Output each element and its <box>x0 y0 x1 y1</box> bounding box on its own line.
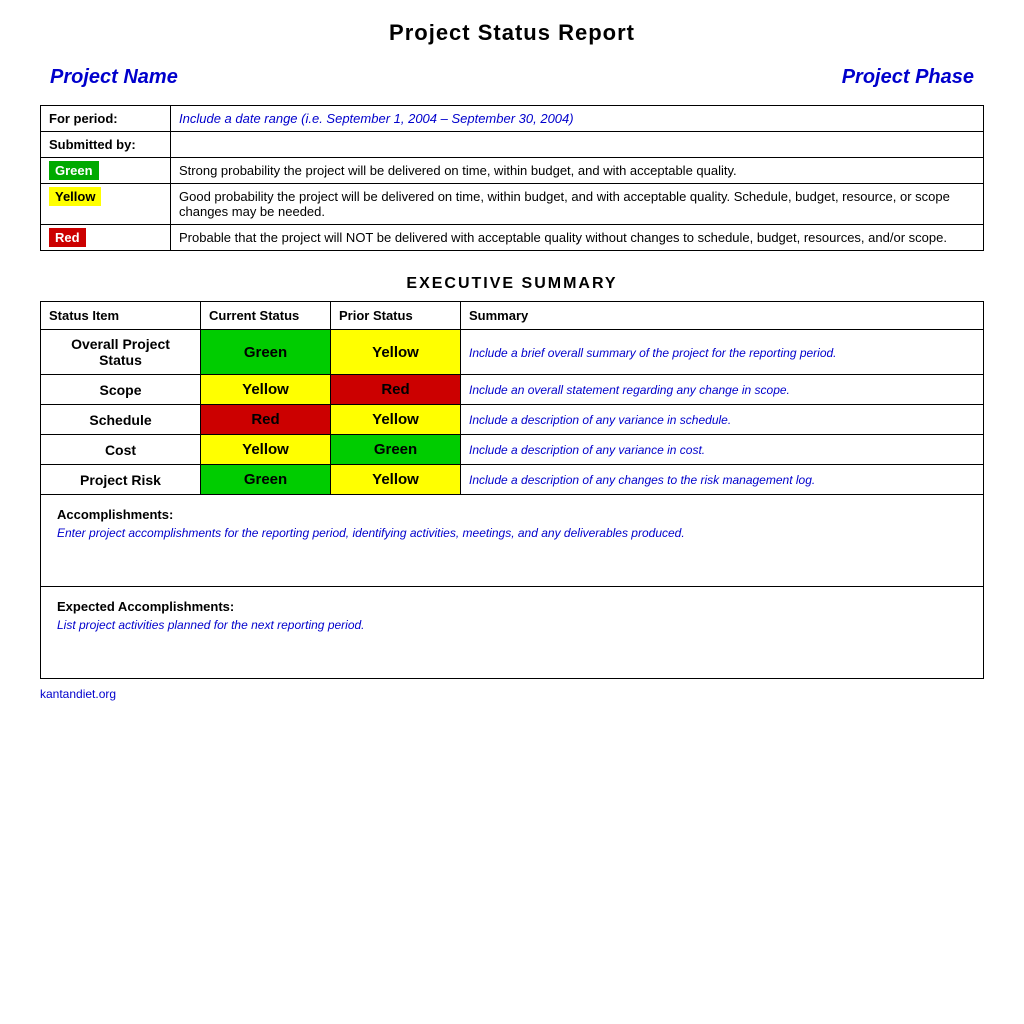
legend-yellow-desc: Good probability the project will be del… <box>171 184 984 225</box>
footer-watermark: kantandiet.org <box>40 687 984 701</box>
project-phase-label: Project Phase <box>842 66 974 89</box>
header-row: Project Name Project Phase <box>40 66 984 89</box>
status-item-cell: Project Risk <box>41 465 201 495</box>
col-header-summary: Summary <box>461 302 984 330</box>
accomplishments-label: Accomplishments: <box>49 501 975 524</box>
current-status-cell: Green <box>201 465 331 495</box>
summary-cell: Include a description of any changes to … <box>461 465 984 495</box>
expected-accomplishments-section: Expected Accomplishments: List project a… <box>41 587 984 679</box>
project-name-label: Project Name <box>50 66 178 89</box>
legend-yellow-cell: Yellow <box>41 184 171 225</box>
current-status-cell: Red <box>201 405 331 435</box>
status-item-cell: Cost <box>41 435 201 465</box>
expected-accomplishments-label: Expected Accomplishments: <box>49 593 975 616</box>
submitted-by-label: Submitted by: <box>41 132 171 158</box>
status-item-cell: Scope <box>41 375 201 405</box>
page-title: Project Status Report <box>40 20 984 46</box>
executive-summary-title: EXECUTIVE SUMMARY <box>40 275 984 293</box>
prior-status-cell: Green <box>331 435 461 465</box>
status-item-cell: Schedule <box>41 405 201 435</box>
table-row: Project RiskGreenYellowInclude a descrip… <box>41 465 984 495</box>
accomplishments-section: Accomplishments: Enter project accomplis… <box>41 495 984 587</box>
expected-accomplishments-text: List project activities planned for the … <box>49 616 975 672</box>
prior-status-cell: Red <box>331 375 461 405</box>
info-table: For period: Include a date range (i.e. S… <box>40 105 984 251</box>
summary-cell: Include an overall statement regarding a… <box>461 375 984 405</box>
table-row: Overall Project StatusGreenYellowInclude… <box>41 330 984 375</box>
legend-red-cell: Red <box>41 225 171 251</box>
table-row: CostYellowGreenInclude a description of … <box>41 435 984 465</box>
summary-cell: Include a brief overall summary of the p… <box>461 330 984 375</box>
prior-status-cell: Yellow <box>331 405 461 435</box>
col-header-status-item: Status Item <box>41 302 201 330</box>
summary-cell: Include a description of any variance in… <box>461 435 984 465</box>
submitted-by-value <box>171 132 984 158</box>
table-row: ScheduleRedYellowInclude a description o… <box>41 405 984 435</box>
legend-green-cell: Green <box>41 158 171 184</box>
accomplishments-text: Enter project accomplishments for the re… <box>49 524 975 580</box>
for-period-value: Include a date range (i.e. September 1, … <box>171 106 984 132</box>
for-period-label: For period: <box>41 106 171 132</box>
current-status-cell: Yellow <box>201 435 331 465</box>
current-status-cell: Yellow <box>201 375 331 405</box>
legend-green-desc: Strong probability the project will be d… <box>171 158 984 184</box>
status-item-cell: Overall Project Status <box>41 330 201 375</box>
table-row: ScopeYellowRedInclude an overall stateme… <box>41 375 984 405</box>
prior-status-cell: Yellow <box>331 465 461 495</box>
current-status-cell: Green <box>201 330 331 375</box>
summary-cell: Include a description of any variance in… <box>461 405 984 435</box>
col-header-current: Current Status <box>201 302 331 330</box>
col-header-prior: Prior Status <box>331 302 461 330</box>
prior-status-cell: Yellow <box>331 330 461 375</box>
executive-summary-table: Status Item Current Status Prior Status … <box>40 301 984 679</box>
legend-red-desc: Probable that the project will NOT be de… <box>171 225 984 251</box>
